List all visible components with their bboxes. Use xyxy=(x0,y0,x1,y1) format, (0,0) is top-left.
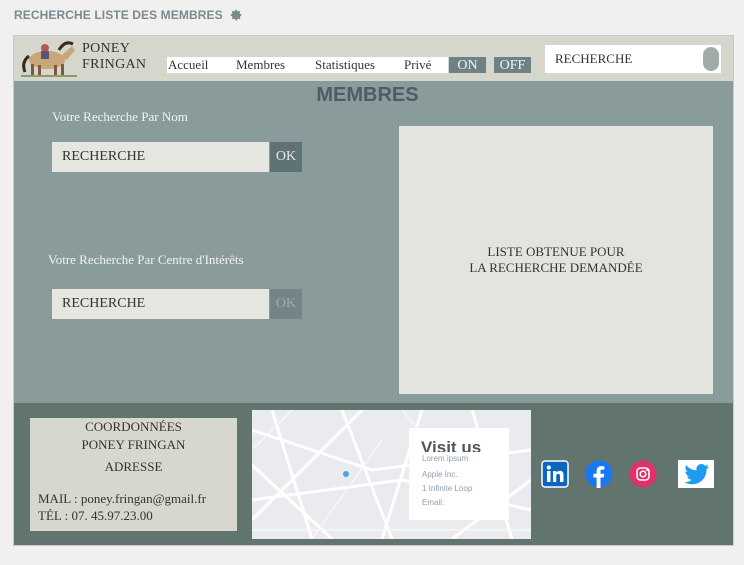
map-card-title: Visit us xyxy=(421,438,482,452)
linkedin-icon[interactable] xyxy=(541,460,569,488)
brand-name[interactable]: PONEY FRINGAN xyxy=(82,41,146,73)
contact-address: ADRESSE xyxy=(104,459,163,474)
toggle-on-button[interactable]: ON xyxy=(449,57,486,73)
contact-phone[interactable]: TÉL : 07. 45.97.23.00 xyxy=(38,507,153,524)
search-by-name-label: Votre Recherche Par Nom xyxy=(52,109,188,124)
contact-title: COORDONNÉES xyxy=(85,419,182,434)
search-by-name-ok-button[interactable]: OK xyxy=(270,142,302,172)
search-by-interest-ok-button[interactable]: OK xyxy=(270,289,302,319)
gear-icon[interactable] xyxy=(229,8,243,22)
map-card-line: Apple Inc. xyxy=(422,470,458,479)
members-title: MEMBRES xyxy=(316,84,419,106)
nav-item-accueil[interactable]: Accueil xyxy=(168,57,208,73)
results-panel: LISTE OBTENUE POUR LA RECHERCHE DEMANDÉE xyxy=(399,126,713,394)
results-line-1: LISTE OBTENUE POUR xyxy=(487,244,625,259)
map-marker-icon[interactable] xyxy=(343,471,349,477)
main-nav: Accueil Membres Statistiques Privé xyxy=(167,57,448,73)
footer: COORDONNÉES PONEY FRINGAN ADRESSE MAIL :… xyxy=(14,403,733,545)
contact-company: PONEY FRINGAN xyxy=(81,437,186,452)
toggle-off-button[interactable]: OFF xyxy=(494,57,531,73)
page-title: RECHERCHE LISTE DES MEMBRES xyxy=(14,8,243,22)
page-frame: PONEY FRINGAN Accueil Membres Statistiqu… xyxy=(13,35,734,546)
facebook-icon[interactable] xyxy=(585,460,613,488)
page-title-text: RECHERCHE LISTE DES MEMBRES xyxy=(14,8,223,22)
results-line-2: LA RECHERCHE DEMANDÉE xyxy=(469,260,643,275)
nav-item-statistiques[interactable]: Statistiques xyxy=(315,57,375,73)
instagram-icon[interactable] xyxy=(629,460,657,488)
map-card-line: Email: xyxy=(422,498,445,507)
header-search-placeholder: RECHERCHE xyxy=(555,51,633,66)
search-button[interactable] xyxy=(703,47,719,71)
brand-line-1: PONEY xyxy=(82,41,131,56)
nav-item-prive[interactable]: Privé xyxy=(404,57,431,73)
header-search-input[interactable]: RECHERCHE xyxy=(545,45,721,73)
contact-mail[interactable]: MAIL : poney.fringan@gmail.fr xyxy=(38,490,206,507)
header: PONEY FRINGAN Accueil Membres Statistiqu… xyxy=(14,36,733,81)
location-map[interactable]: Visit us Lorem ipsum Apple Inc. 1 Infini… xyxy=(252,410,531,539)
search-by-name-input[interactable]: RECHERCHE xyxy=(52,142,269,172)
search-by-interest-label: Votre Recherche Par Centre d'Intérêts xyxy=(48,252,244,267)
contact-card: COORDONNÉES PONEY FRINGAN ADRESSE MAIL :… xyxy=(30,418,237,531)
pony-logo[interactable] xyxy=(17,38,81,78)
brand-line-2: FRINGAN xyxy=(82,57,147,72)
search-by-interest-input[interactable]: RECHERCHE xyxy=(52,289,269,319)
map-card-line: Lorem ipsum xyxy=(422,454,469,463)
nav-item-membres[interactable]: Membres xyxy=(236,57,285,73)
map-card-line: 1 Infinite Loop xyxy=(422,484,473,493)
map-info-card: Visit us Lorem ipsum Apple Inc. 1 Infini… xyxy=(409,428,509,520)
twitter-icon[interactable] xyxy=(678,460,714,488)
